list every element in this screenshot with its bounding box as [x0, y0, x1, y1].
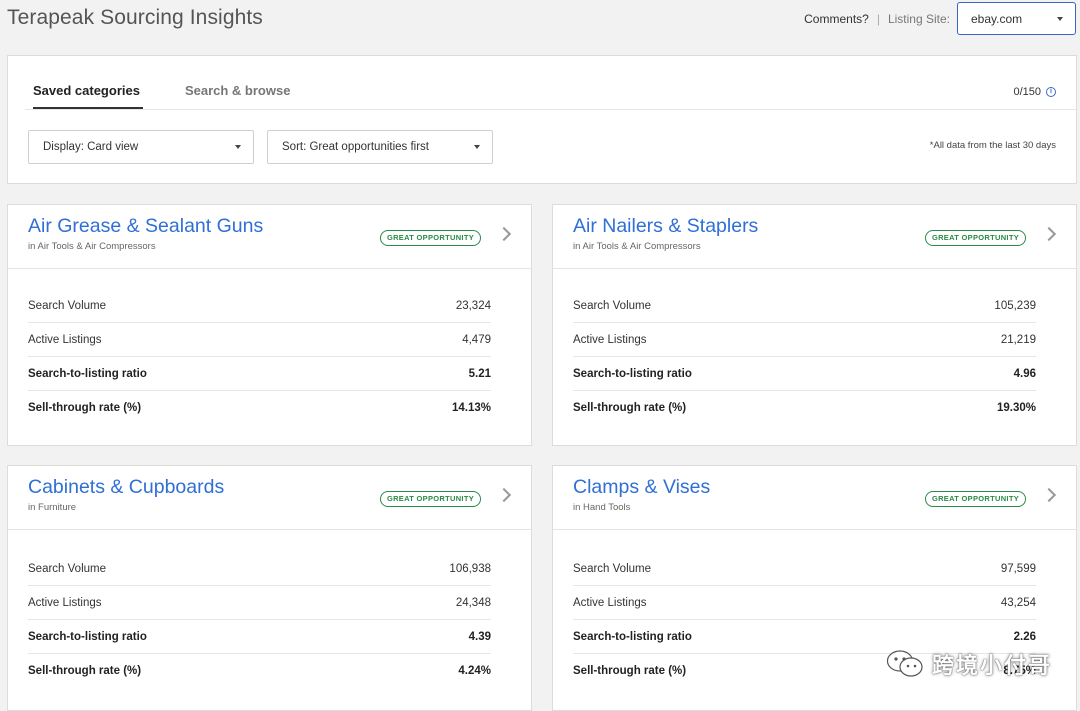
card-title[interactable]: Cabinets & Cupboards [28, 476, 224, 499]
metric-label: Sell-through rate (%) [28, 402, 142, 414]
category-card: Cabinets & Cupboards in Furniture GREAT … [7, 465, 532, 711]
metrics-table: Search Volume 23,324 Active Listings 4,479… [28, 289, 491, 425]
metric-row: Active Listings 21,219 [573, 323, 1036, 357]
metric-value: 4.96 [1013, 367, 1036, 380]
metric-row: Search Volume 97,599 [573, 552, 1036, 586]
card-title[interactable]: Clamps & Vises [573, 476, 710, 499]
card-title[interactable]: Air Nailers & Staplers [573, 215, 758, 238]
metric-label: Search-to-listing ratio [573, 630, 692, 643]
caret-down-icon [1057, 16, 1063, 21]
category-card: Air Grease & Sealant Guns in Air Tools &… [7, 204, 532, 446]
chevron-right-icon[interactable] [496, 487, 512, 503]
metric-label: Sell-through rate (%) [28, 665, 142, 677]
listing-site-value: ebay.com [971, 11, 1023, 26]
metric-label: Search-to-listing ratio [28, 630, 147, 643]
data-note: *All data from the last 30 days [929, 140, 1056, 151]
metric-value: 2.26 [1013, 630, 1036, 643]
card-header: Air Grease & Sealant Guns in Air Tools &… [8, 205, 531, 269]
listing-site-label: Listing Site: [887, 11, 950, 26]
card-header: Cabinets & Cupboards in Furniture GREAT … [8, 466, 531, 530]
metric-label: Sell-through rate (%) [573, 402, 687, 414]
great-opportunity-badge: GREAT OPPORTUNITY [924, 230, 1026, 246]
great-opportunity-badge: GREAT OPPORTUNITY [379, 230, 481, 246]
great-opportunity-badge: GREAT OPPORTUNITY [924, 491, 1026, 507]
header-actions: Comments? | Listing Site: ebay.com [804, 2, 1076, 35]
watermark: 跨境小付哥 [886, 648, 1052, 680]
card-header: Air Nailers & Staplers in Air Tools & Ai… [553, 205, 1076, 269]
watermark-text: 跨境小付哥 [931, 653, 1052, 678]
metrics-table: Search Volume 106,938 Active Listings 24,3… [28, 552, 491, 688]
header-separator: | [876, 11, 880, 26]
metric-value: 105,239 [994, 299, 1036, 312]
chevron-right-icon[interactable] [1041, 226, 1057, 242]
app-title: Terapeak Sourcing Insights [7, 6, 263, 29]
toolbar-panel: Saved categories Search & browse 0/150 i… [7, 55, 1077, 184]
metric-row: Search Volume 106,938 [28, 552, 491, 586]
metric-value: 14.13% [451, 402, 491, 414]
metric-label: Search-to-listing ratio [28, 367, 147, 380]
listing-site-select[interactable]: ebay.com [957, 2, 1076, 35]
card-subtitle: in Air Tools & Air Compressors [573, 241, 701, 252]
metric-row: Search-to-listing ratio 4.39 [28, 620, 491, 654]
metrics-table: Search Volume 105,239 Active Listings 21,2… [573, 289, 1036, 425]
metric-value: 19.30% [996, 402, 1036, 414]
chevron-right-icon[interactable] [496, 226, 512, 242]
metric-label: Active Listings [573, 333, 647, 346]
metric-value: 43,254 [1000, 596, 1036, 609]
metric-row: Active Listings 43,254 [573, 586, 1036, 620]
display-dropdown-label: Display: Card view [43, 141, 139, 153]
card-title[interactable]: Air Grease & Sealant Guns [28, 215, 263, 238]
metric-value: 4,479 [462, 333, 491, 346]
chevron-right-icon[interactable] [1041, 487, 1057, 503]
metric-label: Active Listings [28, 333, 102, 346]
metric-label: Search Volume [28, 562, 106, 575]
metric-row: Active Listings 4,479 [28, 323, 491, 357]
metric-row: Search Volume 23,324 [28, 289, 491, 323]
saved-counter: 0/150 i [1013, 86, 1056, 98]
sort-dropdown-label: Sort: Great opportunities first [282, 141, 430, 153]
tab-bar: Saved categories Search & browse [33, 83, 332, 109]
sort-dropdown[interactable]: Sort: Great opportunities first [267, 130, 493, 164]
caret-down-icon [235, 145, 241, 149]
metric-value: 23,324 [455, 299, 491, 312]
info-icon[interactable]: i [1046, 87, 1056, 97]
display-dropdown[interactable]: Display: Card view [28, 130, 254, 164]
metric-row: Active Listings 24,348 [28, 586, 491, 620]
metric-row: Sell-through rate (%) 14.13% [28, 391, 491, 425]
great-opportunity-badge: GREAT OPPORTUNITY [379, 491, 481, 507]
metric-label: Sell-through rate (%) [573, 665, 687, 677]
card-subtitle: in Hand Tools [573, 502, 631, 513]
saved-counter-value: 0/150 [1013, 86, 1041, 98]
metric-value: 4.24% [458, 665, 491, 677]
wechat-icon [886, 650, 923, 677]
metric-value: 21,219 [1000, 333, 1036, 346]
metric-label: Search-to-listing ratio [573, 367, 692, 380]
metric-label: Active Listings [28, 596, 102, 609]
metric-label: Search Volume [28, 299, 106, 312]
metric-label: Active Listings [573, 596, 647, 609]
caret-down-icon [474, 145, 480, 149]
metric-row: Search-to-listing ratio 4.96 [573, 357, 1036, 391]
metric-value: 4.39 [468, 630, 491, 643]
card-subtitle: in Furniture [28, 502, 77, 513]
card-header: Clamps & Vises in Hand Tools GREAT OPPOR… [553, 466, 1076, 530]
metric-label: Search Volume [573, 299, 651, 312]
metric-value: 5.21 [468, 367, 491, 380]
metric-row: Search Volume 105,239 [573, 289, 1036, 323]
category-card: Air Nailers & Staplers in Air Tools & Ai… [552, 204, 1077, 446]
metric-value: 106,938 [449, 562, 491, 575]
tabs-divider [25, 109, 1076, 110]
metric-row: Search-to-listing ratio 5.21 [28, 357, 491, 391]
metric-value: 24,348 [455, 596, 491, 609]
metric-row: Sell-through rate (%) 4.24% [28, 654, 491, 688]
metric-value: 97,599 [1000, 562, 1036, 575]
comments-link[interactable]: Comments? [804, 12, 869, 26]
card-subtitle: in Air Tools & Air Compressors [28, 241, 156, 252]
top-bar: Terapeak Sourcing Insights Comments? | L… [0, 0, 1080, 46]
metric-row: Sell-through rate (%) 19.30% [573, 391, 1036, 425]
tab-saved-categories[interactable]: Saved categories [33, 83, 143, 109]
tab-search-browse[interactable]: Search & browse [185, 83, 291, 109]
metric-label: Search Volume [573, 562, 651, 575]
